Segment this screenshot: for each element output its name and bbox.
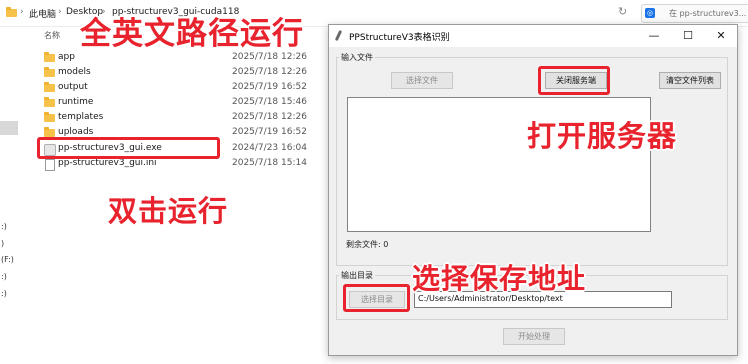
annotation-open-server: 打开服务器 — [527, 119, 678, 153]
file-date: 2025/7/18 12:26 — [232, 52, 307, 62]
file-name: pp-structurev3_gui.ini — [58, 158, 157, 168]
file-date: 2025/7/18 15:46 — [232, 97, 307, 107]
remaining-files-count: 剩余文件: 0 — [346, 240, 389, 249]
file-date: 2025/7/19 16:52 — [232, 82, 307, 92]
app-titlebar[interactable]: PPStructureV3表格识别 — ☐ ✕ — [329, 25, 737, 47]
file-row[interactable]: models 2025/7/18 12:26 — [44, 66, 314, 80]
input-files-label: 输入文件 — [339, 52, 375, 63]
file-row[interactable]: app 2025/7/18 12:26 — [44, 51, 314, 65]
nav-drive-label[interactable]: :) — [1, 289, 7, 298]
nav-drive-label[interactable]: :) — [1, 272, 7, 281]
nav-drive-label[interactable]: ) — [1, 239, 4, 248]
breadcrumb-separator: › — [58, 7, 62, 17]
breadcrumb-separator: › — [20, 7, 24, 17]
search-placeholder: 在 pp-structurev3... — [669, 9, 747, 18]
highlight-close-server-box — [538, 66, 610, 95]
file-date: 2025/7/19 16:52 — [232, 127, 307, 137]
file-name: runtime — [58, 97, 94, 107]
breadcrumb-this-pc[interactable]: 此电脑 — [29, 7, 56, 20]
select-file-button[interactable]: 选择文件 — [391, 72, 453, 89]
file-name: output — [58, 82, 88, 92]
file-date: 2025/7/18 12:26 — [232, 67, 307, 77]
folder-icon — [44, 97, 55, 107]
file-row[interactable]: runtime 2025/7/18 15:46 — [44, 96, 314, 110]
file-name: models — [58, 67, 91, 77]
search-input[interactable]: ◎ 在 pp-structurev3... — [641, 4, 748, 23]
maximize-button[interactable]: ☐ — [672, 25, 704, 47]
output-dir-label: 输出目录 — [339, 270, 375, 281]
annotation-double-click-run: 双击运行 — [108, 194, 229, 228]
start-processing-button[interactable]: 开始处理 — [503, 328, 565, 345]
clear-file-list-button[interactable]: 清空文件列表 — [659, 72, 721, 89]
close-button[interactable]: ✕ — [705, 25, 737, 47]
feather-icon — [334, 29, 343, 42]
folder-icon — [44, 112, 55, 122]
folder-icon — [6, 7, 17, 17]
highlight-select-directory-box — [343, 284, 410, 312]
folder-icon — [44, 127, 55, 137]
file-name: app — [58, 52, 75, 62]
minimize-button[interactable]: — — [638, 25, 670, 47]
nav-drive-label[interactable]: :) — [1, 222, 7, 231]
nav-drive-label[interactable]: (F:) — [1, 255, 14, 264]
file-row[interactable]: output 2025/7/19 16:52 — [44, 81, 314, 95]
folder-icon — [44, 82, 55, 92]
refresh-icon[interactable]: ↻ — [618, 5, 627, 18]
nav-selected-item[interactable] — [0, 121, 18, 135]
file-date: 2025/7/18 15:14 — [232, 158, 307, 168]
annotation-all-english-path: 全英文路径运行 — [80, 16, 304, 52]
config-file-icon — [45, 159, 55, 171]
file-row[interactable]: pp-structurev3_gui.ini 2025/7/18 15:14 — [44, 157, 314, 171]
folder-icon — [44, 52, 55, 62]
search-icon: ◎ — [645, 8, 655, 18]
file-date: 2025/7/18 12:26 — [232, 112, 307, 122]
folder-icon — [44, 67, 55, 77]
app-title: PPStructureV3表格识别 — [349, 33, 450, 43]
file-row[interactable]: templates 2025/7/18 12:26 — [44, 111, 314, 125]
file-name: uploads — [58, 127, 94, 137]
highlight-exe-box — [37, 137, 220, 159]
annotation-choose-save-location: 选择保存地址 — [412, 262, 587, 295]
file-name: templates — [58, 112, 104, 122]
column-header-name[interactable]: 名称 — [44, 30, 60, 41]
file-date: 2024/7/23 16:04 — [232, 143, 307, 153]
navigation-pane: :) ) (F:) :) :) — [0, 26, 18, 364]
